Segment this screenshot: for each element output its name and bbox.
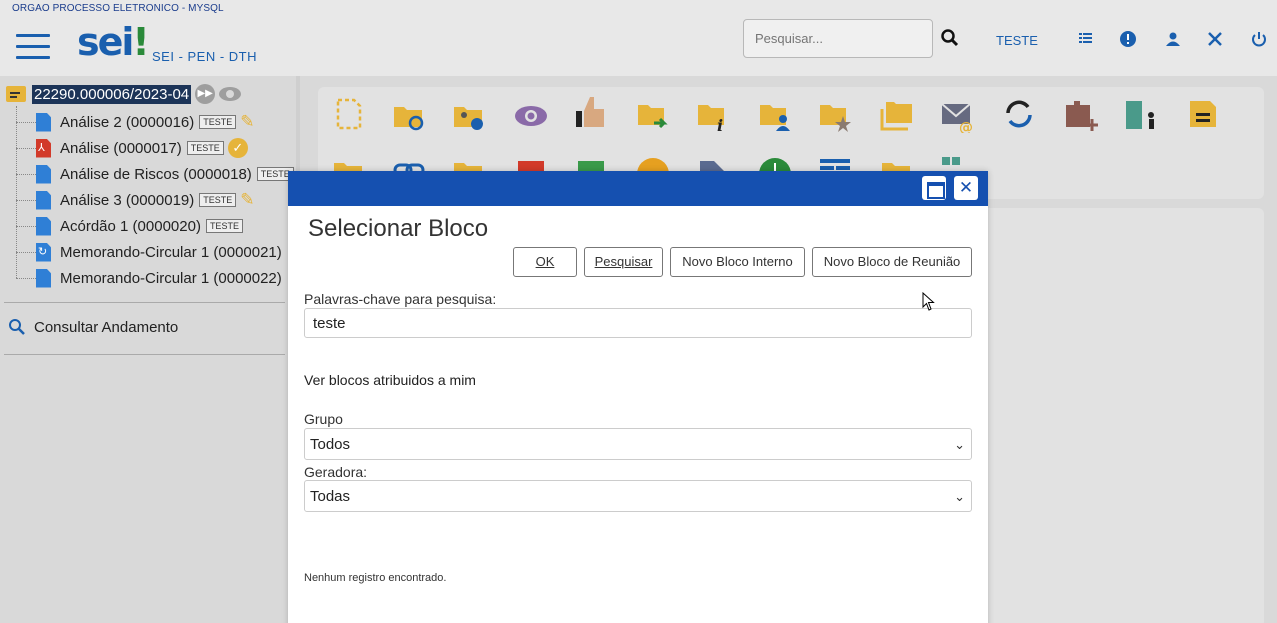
tools-icon[interactable] (1207, 31, 1223, 47)
note-icon[interactable] (1186, 97, 1220, 131)
eye-icon[interactable] (219, 87, 242, 101)
signed-badge-icon[interactable]: ✓ (227, 138, 248, 158)
search-icon (9, 319, 25, 335)
refresh-icon[interactable] (1002, 97, 1036, 131)
consult-label[interactable]: Consultar Andamento (34, 319, 178, 336)
new-meeting-block-button[interactable]: Novo Bloco de Reunião (812, 247, 972, 277)
doc-label[interactable]: Acórdão 1 (0000020) (60, 218, 201, 235)
grupo-label: Grupo (304, 411, 343, 427)
geradora-label: Geradora: (304, 464, 368, 480)
folders-icon[interactable] (880, 99, 914, 133)
tree-doc-item[interactable]: Análise (0000017) TESTE ✓ (16, 137, 248, 159)
svg-text:@: @ (959, 120, 973, 133)
doc-label[interactable]: Análise 3 (0000019) (60, 192, 194, 209)
divider (4, 302, 285, 303)
folder-sync-icon[interactable] (392, 99, 426, 133)
doc-tag: TESTE (205, 219, 243, 233)
document-icon (36, 268, 51, 288)
process-number[interactable]: 22290.000006/2023-04 (32, 84, 192, 104)
thumbs-up-icon[interactable] (574, 95, 608, 129)
power-icon[interactable] (1251, 31, 1267, 47)
mouse-cursor-icon (922, 292, 935, 311)
search-icon[interactable] (940, 28, 960, 48)
document-icon (36, 164, 51, 184)
dialog-titlebar: ✕ (288, 171, 988, 206)
doc-label[interactable]: Memorando-Circular 1 (0000021) (60, 244, 282, 261)
tree-doc-item[interactable]: Análise de Riscos (0000018) TESTE (16, 163, 294, 185)
new-document-icon[interactable] (332, 97, 366, 131)
pencil-icon[interactable]: ✎ (240, 190, 254, 210)
geradora-selected-value: Todas (310, 488, 351, 505)
doc-label[interactable]: Memorando-Circular 1 (0000022) (60, 270, 282, 287)
menu-icon[interactable] (16, 34, 50, 60)
pdf-icon (36, 138, 51, 158)
chevron-down-icon: ⌄ (954, 489, 965, 504)
doc-label[interactable]: Análise 2 (0000016) (60, 114, 194, 131)
tree-doc-item[interactable]: Acórdão 1 (0000020) TESTE (16, 215, 243, 237)
empty-results-message: Nenhum registro encontrado. (304, 572, 447, 584)
forward-icon[interactable]: ▶▶ (195, 84, 216, 104)
add-block-icon[interactable] (1064, 99, 1098, 133)
assigned-blocks-link[interactable]: Ver blocos atribuidos a mim (304, 372, 476, 388)
process-row[interactable]: 22290.000006/2023-04 ▶▶ (6, 84, 242, 104)
list-icon[interactable] (1078, 31, 1094, 47)
tree-doc-item[interactable]: Memorando-Circular 1 (0000022) (16, 267, 282, 289)
user-icon[interactable] (1165, 31, 1181, 47)
process-tree-panel: 22290.000006/2023-04 ▶▶ Análise 2 (00000… (0, 76, 300, 623)
user-name[interactable]: TESTE (996, 33, 1038, 48)
grupo-selected-value: Todos (310, 436, 351, 453)
grupo-select[interactable]: Todos ⌄ (304, 428, 972, 460)
close-icon[interactable]: ✕ (954, 176, 978, 200)
eye-icon[interactable] (514, 99, 548, 133)
doc-tag: TESTE (186, 141, 224, 155)
folder-settings-icon[interactable] (452, 99, 486, 133)
top-header: ORGAO PROCESSO ELETRONICO - MYSQL sei! S… (0, 0, 1277, 76)
tree-doc-item[interactable]: Análise 2 (0000016) TESTE ✎ (16, 111, 255, 133)
document-icon (36, 112, 51, 132)
folder-star-icon[interactable] (818, 99, 852, 133)
keywords-input[interactable]: teste (304, 308, 972, 338)
mail-icon[interactable]: @ (940, 99, 974, 133)
doc-label[interactable]: Análise (0000017) (60, 140, 182, 157)
chevron-down-icon: ⌄ (954, 437, 965, 452)
maximize-icon[interactable] (922, 176, 946, 200)
new-internal-block-button[interactable]: Novo Bloco Interno (670, 247, 805, 277)
document-icon (36, 190, 51, 210)
geradora-select[interactable]: Todas ⌄ (304, 480, 972, 512)
tree-doc-item[interactable]: Análise 3 (0000019) TESTE ✎ (16, 189, 255, 211)
keywords-label: Palavras-chave para pesquisa: (304, 291, 497, 307)
building-user-icon[interactable] (1124, 97, 1158, 131)
search-input[interactable] (743, 19, 933, 58)
process-folder-icon (6, 86, 26, 102)
org-title: ORGAO PROCESSO ELETRONICO - MYSQL (12, 3, 224, 14)
tree-doc-item[interactable]: Memorando-Circular 1 (0000021) (16, 241, 282, 263)
logo-subtitle: SEI - PEN - DTH (152, 49, 258, 64)
dialog-title: Selecionar Bloco (308, 215, 489, 242)
doc-tag: TESTE (199, 115, 237, 129)
doc-tag: TESTE (199, 193, 237, 207)
pencil-icon[interactable]: ✎ (240, 112, 254, 132)
ok-button[interactable]: OK (513, 247, 577, 277)
circular-document-icon (36, 242, 51, 262)
doc-label[interactable]: Análise de Riscos (0000018) (60, 166, 252, 183)
pesquisar-button[interactable]: Pesquisar (584, 247, 663, 277)
folder-user-icon[interactable] (758, 99, 792, 133)
folder-send-icon[interactable] (636, 99, 670, 133)
divider (4, 354, 285, 355)
select-block-dialog: ✕ Selecionar Bloco OK Pesquisar Novo Blo… (288, 171, 988, 623)
document-icon (36, 216, 51, 236)
alert-icon[interactable] (1120, 31, 1136, 47)
folder-info-icon[interactable]: i (696, 99, 730, 133)
sei-logo[interactable]: sei! (77, 20, 150, 64)
consult-andamento-link[interactable]: Consultar Andamento (8, 318, 178, 336)
svg-text:i: i (717, 116, 723, 133)
